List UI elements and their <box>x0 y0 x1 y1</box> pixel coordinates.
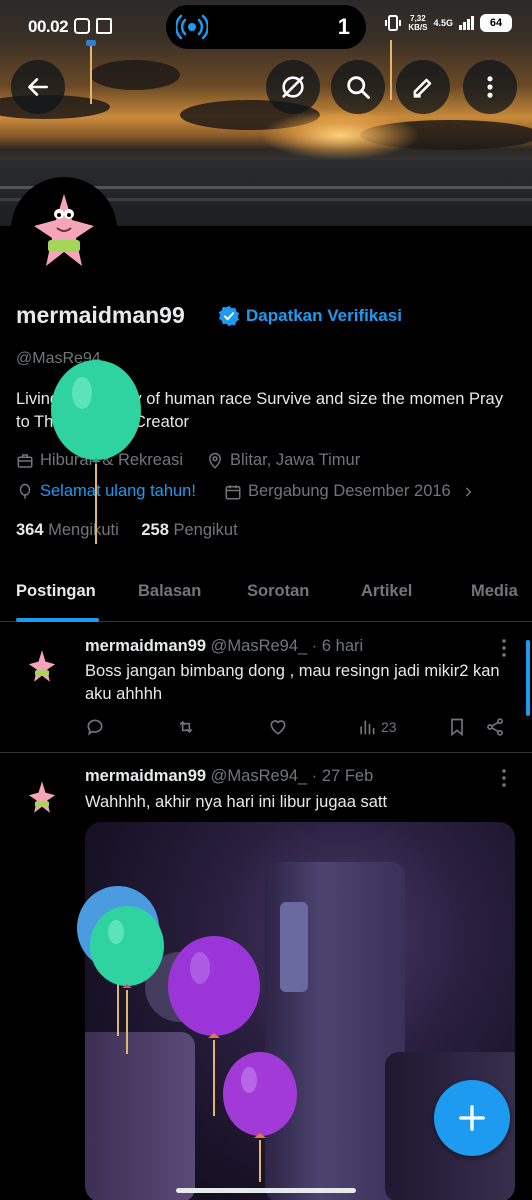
battery-indicator: 64 <box>480 14 512 32</box>
post-more-icon[interactable] <box>496 638 512 658</box>
green-balloon-icon <box>90 906 164 1054</box>
patrick-star-icon <box>28 781 56 813</box>
share-button[interactable] <box>485 717 505 737</box>
post-time: · 27 Feb <box>311 767 374 785</box>
get-verified-link[interactable]: Dapatkan Verifikasi <box>246 306 402 326</box>
plus-icon <box>459 1105 485 1131</box>
post-actions: 23 <box>85 717 515 741</box>
post-more-icon[interactable] <box>496 768 512 788</box>
reply-button[interactable] <box>85 717 105 737</box>
post-time: · 6 hari <box>311 637 364 655</box>
calendar-icon <box>225 484 241 499</box>
pencil-icon <box>413 78 432 98</box>
post-author-name[interactable]: mermaidman99 <box>85 767 206 785</box>
status-bar: 00.02 1 7,32 KB/S 4.5G 64 <box>0 0 532 56</box>
purple-balloon-icon <box>223 1052 297 1182</box>
heart-icon <box>270 720 286 735</box>
verified-badge-icon[interactable] <box>218 305 240 327</box>
instagram-icon <box>74 18 90 34</box>
signal-icon <box>459 16 474 30</box>
post-avatar[interactable] <box>20 644 64 688</box>
status-time: 00.02 <box>28 17 69 36</box>
followers-link[interactable]: 258 Pengikut <box>141 521 237 539</box>
network-type: 4.5G <box>433 18 453 28</box>
share-icon <box>487 718 503 736</box>
eye-slash-circle-icon <box>282 76 304 98</box>
post-text: Boss jangan bimbang dong , mau resingn j… <box>85 662 500 703</box>
home-indicator[interactable] <box>176 1188 356 1193</box>
broadcast-icon <box>176 14 208 40</box>
post-author-name[interactable]: mermaidman99 <box>85 637 206 655</box>
repost-icon <box>179 720 193 734</box>
reply-icon <box>87 719 103 736</box>
like-button[interactable] <box>268 717 288 737</box>
profile-tabs: Postingan Balasan Sorotan Artikel Media <box>0 560 532 622</box>
post-author-handle: @MasRe94_ <box>210 767 308 785</box>
post-header: mermaidman99 @MasRe94_ · 6 hari <box>85 637 363 656</box>
chevron-right-icon <box>465 486 472 497</box>
compose-post-button[interactable] <box>434 1080 510 1156</box>
tab-posts[interactable]: Postingan <box>16 582 96 601</box>
views-count: 23 <box>381 719 397 735</box>
repost-button[interactable] <box>175 717 197 737</box>
profile-joined[interactable]: Bergabung Desember 2016 <box>224 482 475 501</box>
analytics-icon <box>360 720 375 735</box>
location-pin-icon <box>208 452 222 469</box>
profile-avatar[interactable] <box>11 177 117 283</box>
post-author-handle: @MasRe94_ <box>210 637 308 655</box>
green-balloon-icon <box>51 360 141 544</box>
post-text: Wahhhh, akhir nya hari ini libur jugaa s… <box>85 793 388 811</box>
scrollbar[interactable] <box>526 640 530 716</box>
more-vertical-icon <box>487 76 493 98</box>
live-activity-pill[interactable]: 1 <box>166 5 366 49</box>
patrick-star-icon <box>28 650 56 682</box>
views-button[interactable]: 23 <box>357 717 397 737</box>
post-avatar[interactable] <box>20 775 64 819</box>
tab-articles[interactable]: Artikel <box>361 582 412 601</box>
vibrate-icon <box>385 15 402 31</box>
live-count: 1 <box>337 14 350 39</box>
profile-location: Blitar, Jawa Timur <box>206 451 360 470</box>
post-header: mermaidman99 @MasRe94_ · 27 Feb <box>85 767 373 786</box>
back-button[interactable] <box>11 60 65 114</box>
status-indicators: 7,32 KB/S 4.5G 64 <box>384 14 512 32</box>
bookmark-button[interactable] <box>447 717 467 737</box>
search-icon <box>347 76 370 99</box>
network-speed: 7,32 KB/S <box>408 14 428 32</box>
search-button[interactable] <box>331 60 385 114</box>
more-button[interactable] <box>463 60 517 114</box>
arrow-left-icon <box>28 78 48 96</box>
profile-name: mermaidman99 <box>16 302 185 328</box>
balloon-icon <box>19 483 31 499</box>
patrick-star-icon <box>34 194 94 266</box>
tab-highlights[interactable]: Sorotan <box>247 582 309 601</box>
hide-button[interactable] <box>266 60 320 114</box>
bookmark-icon <box>451 718 463 737</box>
edit-button[interactable] <box>396 60 450 114</box>
post-item[interactable]: mermaidman99 @MasRe94_ · 6 hari Boss jan… <box>0 622 532 752</box>
tab-media[interactable]: Media <box>471 582 518 601</box>
tab-replies[interactable]: Balasan <box>138 582 201 601</box>
briefcase-icon <box>17 453 33 468</box>
office-icon <box>96 18 112 34</box>
